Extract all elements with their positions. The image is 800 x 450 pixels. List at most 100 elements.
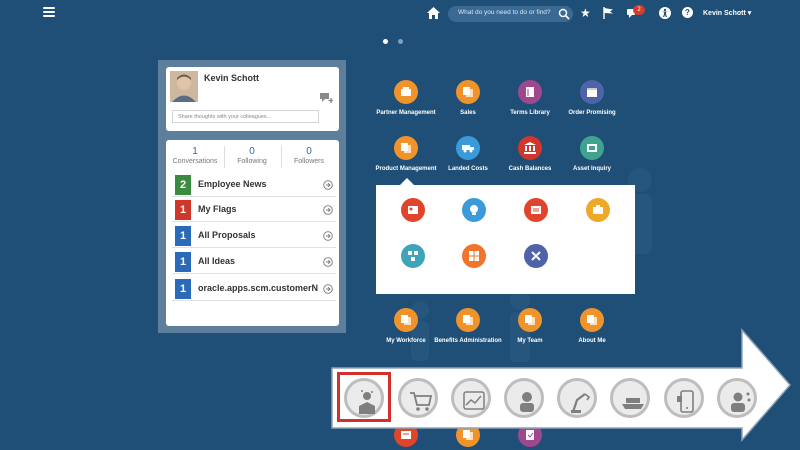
search-input[interactable]: What do you need to do or find?: [448, 6, 573, 22]
process-step[interactable]: [664, 378, 704, 418]
feed-item[interactable]: 1 oracle.apps.scm.customerNe: [172, 276, 336, 301]
service-agent-icon: [731, 392, 751, 412]
process-step[interactable]: [557, 378, 597, 418]
app-tile[interactable]: Partner Management: [371, 80, 441, 117]
app-tile-circle: [586, 198, 610, 222]
chevron-right-icon[interactable]: [323, 205, 333, 215]
app-tile[interactable]: Ideas: [439, 198, 509, 235]
app-tile-circle: [580, 80, 604, 104]
truck-icon: [462, 145, 474, 153]
robot-arm-icon: [571, 393, 591, 413]
menu-icon[interactable]: [43, 7, 55, 17]
favorites-star-icon[interactable]: ★: [580, 6, 591, 20]
chevron-down-icon: ▾: [747, 10, 752, 17]
stat-following[interactable]: 0 Following: [223, 146, 281, 165]
feed-count-badge: 1: [175, 279, 191, 299]
app-tile-circle: [524, 198, 548, 222]
app-tile-circle: [518, 80, 542, 104]
help-icon[interactable]: ?: [682, 7, 693, 18]
chevron-right-icon[interactable]: [323, 231, 333, 241]
app-tile[interactable]: Asset Inquiry: [557, 136, 627, 173]
pim-icon: [469, 251, 479, 261]
app-tile-circle: [401, 198, 425, 222]
asset-icon: [587, 144, 597, 152]
ship-icon: [622, 398, 644, 409]
user-menu[interactable]: Kevin Schott ▾: [703, 9, 751, 17]
process-step[interactable]: [504, 378, 544, 418]
stat-value: 0: [249, 146, 255, 157]
app-tile-circle: [524, 244, 548, 268]
feed-count-badge: 1: [175, 252, 191, 272]
app-tile-circle: [456, 80, 480, 104]
process-step[interactable]: [398, 378, 438, 418]
profile-name[interactable]: Kevin Schott: [204, 73, 259, 83]
feed-item-label: My Flags: [198, 204, 237, 214]
global-header: What do you need to do or find? ★ 2 ? Ke…: [0, 0, 800, 28]
stat-value: 1: [192, 146, 198, 157]
process-step[interactable]: [451, 378, 491, 418]
app-tile[interactable]: Cash Balances: [495, 136, 565, 173]
user-menu-name: Kevin Schott: [703, 10, 746, 17]
app-tile[interactable]: Sales: [433, 80, 503, 117]
feed-item[interactable]: 2 Employee News: [172, 172, 336, 197]
app-tile-label: Cash Balances: [508, 166, 552, 172]
app-tile-circle: [394, 136, 418, 160]
app-tile[interactable]: Concepts: [501, 198, 571, 235]
stat-conversations[interactable]: 1 Conversations: [166, 146, 224, 165]
app-tile[interactable]: Product Management: [371, 136, 441, 173]
app-tile[interactable]: Terms Library: [495, 80, 565, 117]
feed-count-badge: 2: [175, 175, 191, 195]
app-tile[interactable]: Product Information Management: [439, 244, 509, 289]
app-tile[interactable]: Order Promising: [557, 80, 627, 117]
process-step[interactable]: [610, 378, 650, 418]
stat-label: Following: [237, 158, 267, 165]
cart-icon: [410, 392, 433, 411]
product-icon: [401, 143, 411, 153]
feed-count-badge: 1: [175, 200, 191, 220]
accessibility-icon[interactable]: [659, 7, 671, 19]
process-step[interactable]: [717, 378, 757, 418]
analytics-icon: [463, 391, 485, 410]
stat-followers[interactable]: 0 Followers: [280, 146, 338, 165]
selected-process-highlight: [337, 372, 391, 422]
app-tile-label: Landed Costs: [448, 166, 488, 172]
app-tile[interactable]: Product Development: [378, 244, 448, 281]
app-tile-circle: [580, 136, 604, 160]
portfolio-icon: [593, 205, 603, 214]
feed-item[interactable]: 1 All Ideas: [172, 249, 336, 274]
engineer-icon: [520, 392, 534, 412]
feed-item-label: oracle.apps.scm.customerNe: [198, 283, 318, 293]
chevron-right-icon[interactable]: [323, 180, 333, 190]
flag-icon[interactable]: [603, 7, 614, 19]
tools-icon: [531, 251, 541, 261]
cubes-icon: [408, 251, 418, 261]
app-tile[interactable]: Landed Costs: [433, 136, 503, 173]
chevron-right-icon[interactable]: [323, 284, 333, 294]
popup-pointer: [400, 178, 414, 185]
notification-count-badge: 2: [633, 5, 645, 15]
calendar-icon: [587, 88, 597, 97]
carousel-dot-2[interactable]: [398, 39, 403, 44]
share-thoughts-input[interactable]: Share thoughts with your colleagues...: [172, 110, 319, 123]
carousel-pager: [383, 31, 413, 49]
feed-item-label: All Proposals: [198, 230, 256, 240]
feed-item[interactable]: 1 All Proposals: [172, 223, 336, 248]
app-tile-circle: [394, 80, 418, 104]
add-post-icon[interactable]: [320, 92, 333, 103]
app-tile[interactable]: Innovation Management: [378, 198, 448, 235]
app-tile-circle: [462, 244, 486, 268]
home-icon[interactable]: [427, 7, 440, 19]
feed-item[interactable]: 1 My Flags: [172, 197, 336, 222]
chevron-right-icon[interactable]: [323, 257, 333, 267]
app-tile[interactable]: Portfolios: [563, 198, 633, 235]
stat-label: Followers: [294, 158, 324, 165]
app-tile[interactable]: Configurator Models: [501, 244, 571, 281]
carousel-dot-1[interactable]: [383, 39, 388, 44]
search-icon[interactable]: [558, 8, 570, 20]
sales-icon: [463, 87, 473, 97]
team-icon: [525, 315, 535, 325]
avatar[interactable]: [170, 71, 198, 102]
app-tile-label: Ideas: [466, 228, 482, 234]
app-tile-circle: [518, 136, 542, 160]
app-tile-label: Concepts: [522, 228, 550, 234]
